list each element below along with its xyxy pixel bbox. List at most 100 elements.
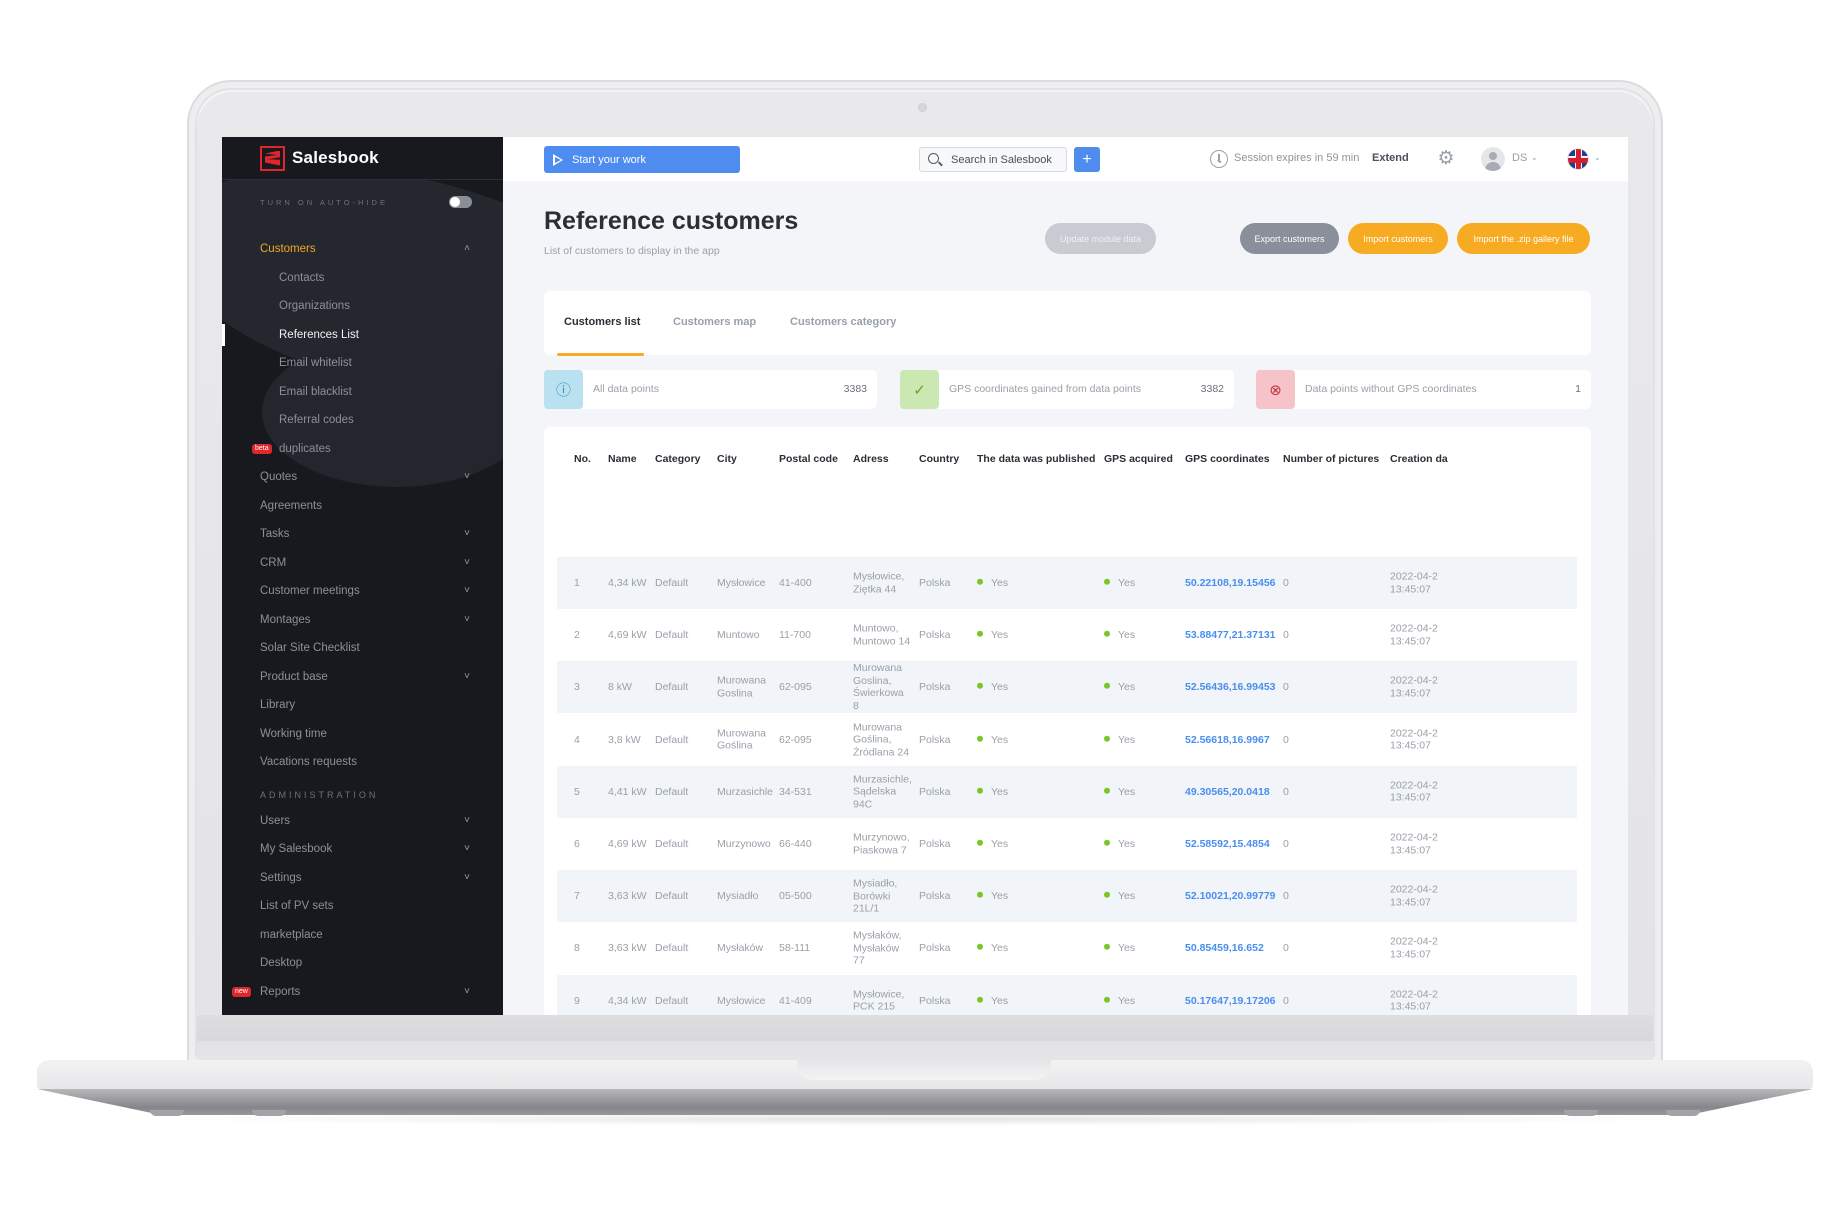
cell-gps[interactable]: 52.58592,15.4854 [1185,838,1270,851]
cell-line: 2022-04-2 [1390,727,1438,740]
avatar[interactable] [1481,147,1505,171]
sidebar-item-label: My Salesbook [260,843,333,856]
chevron-down-icon[interactable]: ˅ [462,986,472,997]
sidebar-item-desktop[interactable]: Desktop [222,949,503,978]
sidebar-item-email-blacklist[interactable]: Email blacklist [222,378,503,407]
chevron-down-icon[interactable]: ⌄ [1594,153,1601,162]
table-row[interactable]: 38 kW Default Murowana Goslina 62-095 Murowan… [557,661,1577,714]
cell-created: 2022-04-2 13:45:07 [1390,988,1446,1013]
sidebar-item-organizations[interactable]: Organizations [222,292,503,321]
chevron-down-icon[interactable]: ⌄ [1531,153,1538,162]
table-row[interactable]: 7 3,63 kW Default Mysiadło 05-500 Mysiadło, Bo… [557,870,1577,923]
sidebar-item-working-time[interactable]: Working time [222,720,503,749]
import-zip-gallery-button[interactable]: Import the .zip gallery file [1457,223,1590,254]
chevron-down-icon[interactable]: ˅ [462,614,472,625]
cell-gps-acquired: Yes [1104,786,1135,799]
column-header[interactable]: Name [608,453,637,465]
chevron-down-icon[interactable]: ˅ [462,557,472,568]
tab-customers-category[interactable]: Customers category [790,316,896,328]
sidebar-item-montages[interactable]: Montages ˅ [222,606,503,635]
column-header[interactable]: Adress [853,453,889,465]
cell-gps[interactable]: 50.22108,19.15456 [1185,577,1276,590]
sidebar-item-vacations-requests[interactable]: Vacations requests [222,748,503,777]
sidebar-item-quotes[interactable]: Quotes ˅ [222,463,503,492]
sidebar-item-marketplace[interactable]: marketplace [222,921,503,950]
table-row[interactable]: 1 4,34 kW Default Mysłowice 41-400 Mysłowice,… [557,557,1577,609]
sidebar-item-email-whitelist[interactable]: Email whitelist [222,349,503,378]
tab-customers-map[interactable]: Customers map [673,316,756,328]
table-row[interactable]: 4 3,8 kW Default Murowana Goślina 62-095 Murow… [557,714,1577,766]
tab-customers-list[interactable]: Customers list [564,316,640,328]
sidebar-item-users[interactable]: Users ˅ [222,807,503,836]
sidebar-item-list-of-pv-sets[interactable]: List of PV sets [222,892,503,921]
cell-gps[interactable]: 52.10021,20.99779 [1185,890,1276,903]
column-header[interactable]: Creation da [1390,453,1448,465]
chevron-down-icon[interactable]: ˅ [462,472,472,482]
cell-no: 1 [574,576,580,589]
column-header[interactable]: The data was published [977,453,1095,465]
search-input[interactable]: Search in Salesbook [919,147,1067,172]
column-header[interactable]: Country [919,453,959,465]
cell-line: 13:45:07 [1390,948,1431,961]
gear-icon[interactable]: ⚙ [1436,149,1456,169]
column-header[interactable]: GPS acquired [1104,453,1173,465]
cell-gps[interactable]: 52.56618,16.9967 [1185,733,1270,746]
export-customers-button[interactable]: Export customers [1240,223,1339,254]
sidebar-item-product-base[interactable]: Product base ˅ [222,663,503,692]
column-header[interactable]: Category [655,453,701,465]
chevron-down-icon[interactable]: ˅ [462,844,472,854]
cell-no: 5 [574,785,580,798]
chevron-down-icon[interactable]: ˅ [462,815,472,826]
sidebar-item-my-salesbook[interactable]: My Salesbook ˅ [222,835,503,864]
import-customers-button[interactable]: Import customers [1348,223,1448,254]
table-row[interactable]: 9 4,34 kW Default Mysłowice 41-409 Mysłowice,… [557,974,1577,1015]
sidebar-item-customers[interactable]: Customers ˄ [222,235,503,264]
chevron-down-icon[interactable]: ˅ [462,872,472,883]
cell-line: Murowana [853,720,903,733]
cell-gps[interactable]: 49.30565,20.0418 [1185,786,1270,799]
brand[interactable]: Salesbook [222,137,503,180]
table-row[interactable]: 8 3,63 kW Default Mysłaków 58-111 Mysłaków, My… [557,922,1577,974]
column-header[interactable]: No. [574,453,591,465]
sidebar-item-crm[interactable]: CRM ˅ [222,549,503,578]
sidebar-item-customer-meetings[interactable]: Customer meetings ˅ [222,577,503,606]
sidebar-item-library[interactable]: Library [222,691,503,720]
start-work-button[interactable]: Start your work [544,146,740,173]
add-button[interactable]: + [1074,147,1100,172]
sidebar-item-tasks[interactable]: Tasks ˅ [222,520,503,549]
sidebar-item-solar-site-checklist[interactable]: Solar Site Checklist [222,634,503,663]
sidebar-item-reports[interactable]: new Reports ˅ [222,978,503,1007]
cell-line: Goslina [717,687,753,700]
cell-gps[interactable]: 52.56436,16.99453 [1185,681,1276,694]
autohide-toggle[interactable] [449,196,472,208]
column-header[interactable]: Postal code [779,453,838,465]
cell-country: Polska [919,681,951,694]
table-row[interactable]: 2 4,69 kW Default Muntowo 11-700 Muntowo, Munt… [557,609,1577,661]
sidebar-item-references-list[interactable]: References List [222,321,503,350]
column-header[interactable]: GPS coordinates [1185,453,1270,465]
user-initials[interactable]: DS [1512,152,1527,164]
stat-all-data-points: ⓘ All data points 3383 [544,370,877,409]
uk-flag-icon[interactable] [1567,148,1589,170]
cell-gps[interactable]: 50.17647,19.17206 [1185,994,1276,1007]
table-row[interactable]: 6 4,69 kW Default Murzynowo 66-440 Murzynowo,… [557,818,1577,870]
column-header[interactable]: Number of pictures [1283,453,1379,465]
chevron-down-icon[interactable]: ˅ [462,529,472,539]
status-dot-icon [977,891,983,898]
update-module-data-button[interactable]: Update module data [1045,223,1156,254]
chevron-down-icon[interactable]: ˅ [462,586,472,596]
sidebar-item-contacts[interactable]: Contacts [222,264,503,293]
sidebar-item-agreements[interactable]: Agreements [222,492,503,521]
sidebar-item-settings[interactable]: Settings ˅ [222,864,503,893]
chevron-up-icon[interactable]: ˄ [462,244,472,254]
status-text: Yes [1118,733,1136,746]
sidebar-item-duplicates[interactable]: beta duplicates [222,435,503,464]
column-header[interactable]: City [717,453,737,465]
extend-session-button[interactable]: Extend [1372,152,1409,164]
cell-created: 2022-04-2 13:45:07 [1390,727,1446,752]
sidebar-item-referral-codes[interactable]: Referral codes [222,406,503,435]
table-row[interactable]: 5 4,41 kW Default Murzasichle 34-531 Murzasic… [557,765,1577,818]
cell-gps[interactable]: 53.88477,21.37131 [1185,629,1276,642]
chevron-down-icon[interactable]: ˅ [462,671,472,682]
cell-gps[interactable]: 50.85459,16.652 [1185,942,1264,955]
